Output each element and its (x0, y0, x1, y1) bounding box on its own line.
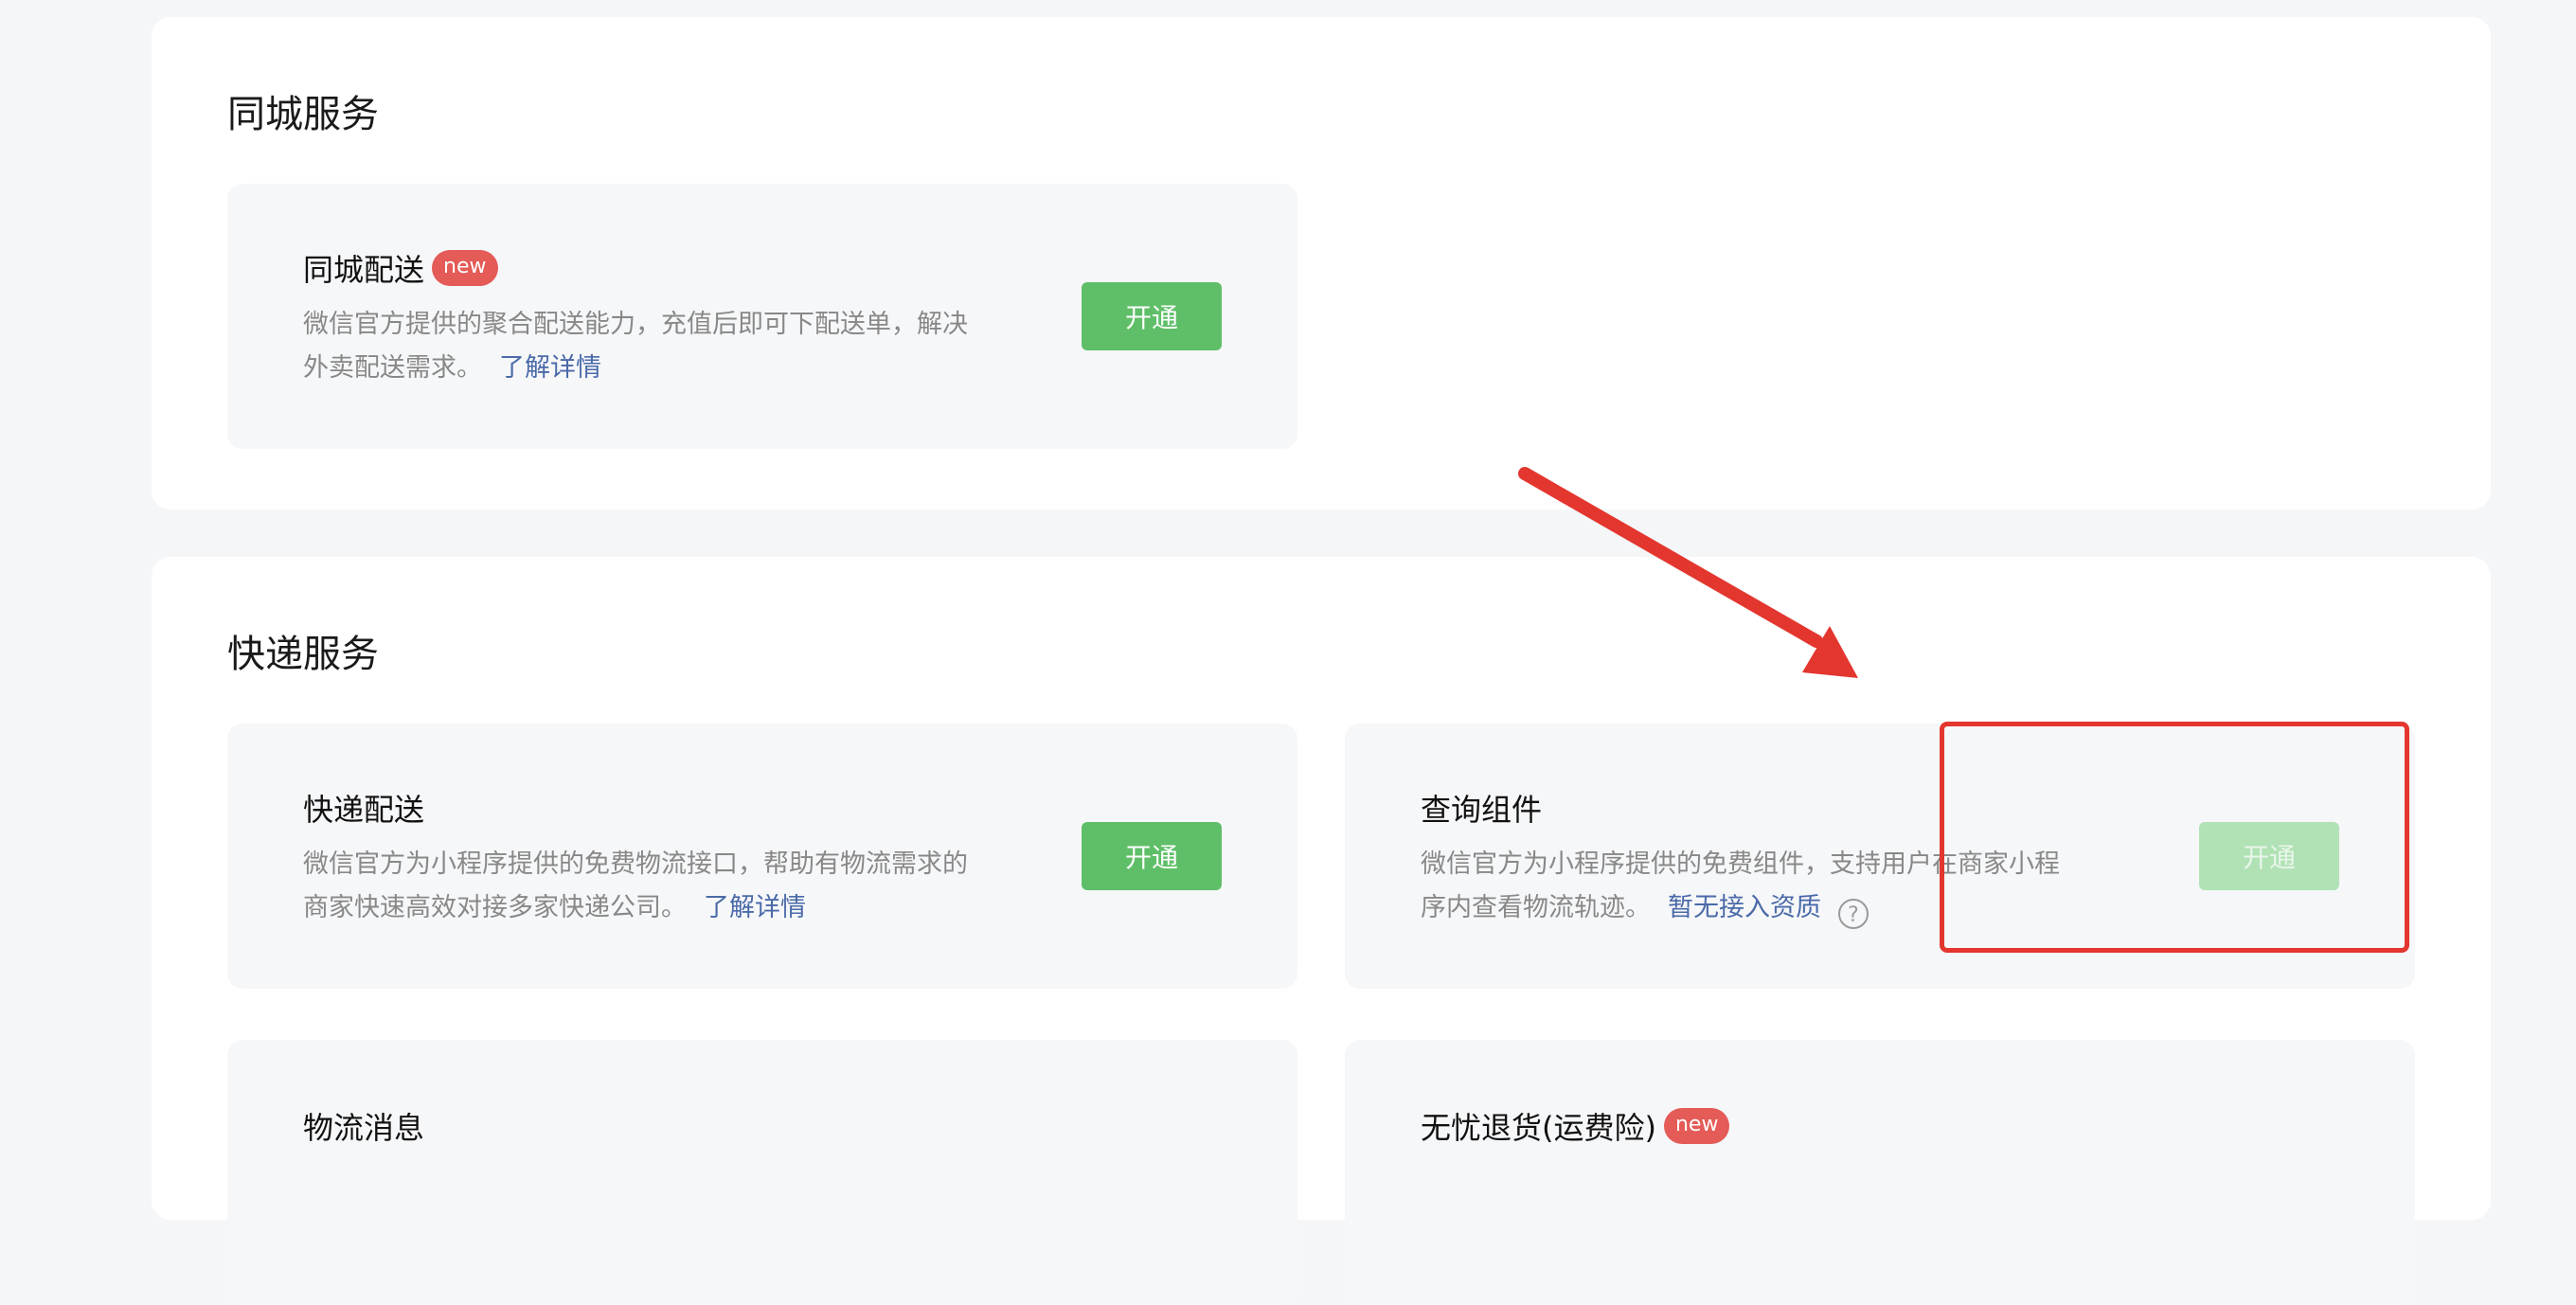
card-title: 物流消息 (303, 1110, 425, 1146)
local-service-panel: 同城服务 同城配送 new 微信官方提供的聚合配送能力，充值后即可下配送单，解决… (152, 17, 2491, 509)
card-express-delivery: 快递配送 微信官方为小程序提供的免费物流接口，帮助有物流需求的商家快速高效对接多… (227, 724, 1297, 989)
card-title-row: 查询组件 (1421, 786, 1542, 830)
card-logistics-message: 物流消息 (227, 1040, 1297, 1305)
card-title-row: 快递配送 (303, 786, 424, 830)
activate-express-delivery-button[interactable]: 开通 (1082, 822, 1222, 890)
card-title: 快递配送 (303, 792, 425, 828)
no-qualification-link[interactable]: 暂无接入资质 (1668, 893, 1821, 922)
card-description: 微信官方为小程序提供的免费物流接口，帮助有物流需求的商家快速高效对接多家快递公司… (303, 843, 985, 930)
card-title: 无忧退货(运费险) (1421, 1110, 1656, 1146)
card-description-text: 微信官方提供的聚合配送能力，充值后即可下配送单，解决外卖配送需求。 (303, 310, 968, 383)
learn-more-link[interactable]: 了解详情 (499, 353, 601, 383)
local-service-title: 同城服务 (227, 93, 379, 136)
learn-more-link[interactable]: 了解详情 (704, 893, 806, 922)
activate-local-delivery-button[interactable]: 开通 (1082, 282, 1222, 350)
express-service-title: 快递服务 (227, 633, 379, 676)
card-title-row: 同城配送 new (303, 246, 498, 290)
card-title-row: 无忧退货(运费险) new (1421, 1104, 1730, 1148)
card-title: 查询组件 (1421, 792, 1543, 828)
card-return-insurance: 无忧退货(运费险) new (1345, 1040, 2415, 1305)
card-description-text: 微信官方为小程序提供的免费物流接口，帮助有物流需求的商家快速高效对接多家快递公司… (303, 849, 968, 922)
card-local-delivery: 同城配送 new 微信官方提供的聚合配送能力，充值后即可下配送单，解决外卖配送需… (227, 184, 1297, 449)
card-description: 微信官方提供的聚合配送能力，充值后即可下配送单，解决外卖配送需求。 了解详情 (303, 303, 985, 390)
card-title-row: 物流消息 (303, 1104, 424, 1148)
new-badge: new (432, 250, 498, 286)
card-title: 同城配送 (303, 252, 425, 288)
new-badge: new (1663, 1108, 1730, 1144)
question-circle-icon[interactable]: ? (1838, 899, 1869, 929)
annotation-highlight-box (1940, 722, 2409, 953)
